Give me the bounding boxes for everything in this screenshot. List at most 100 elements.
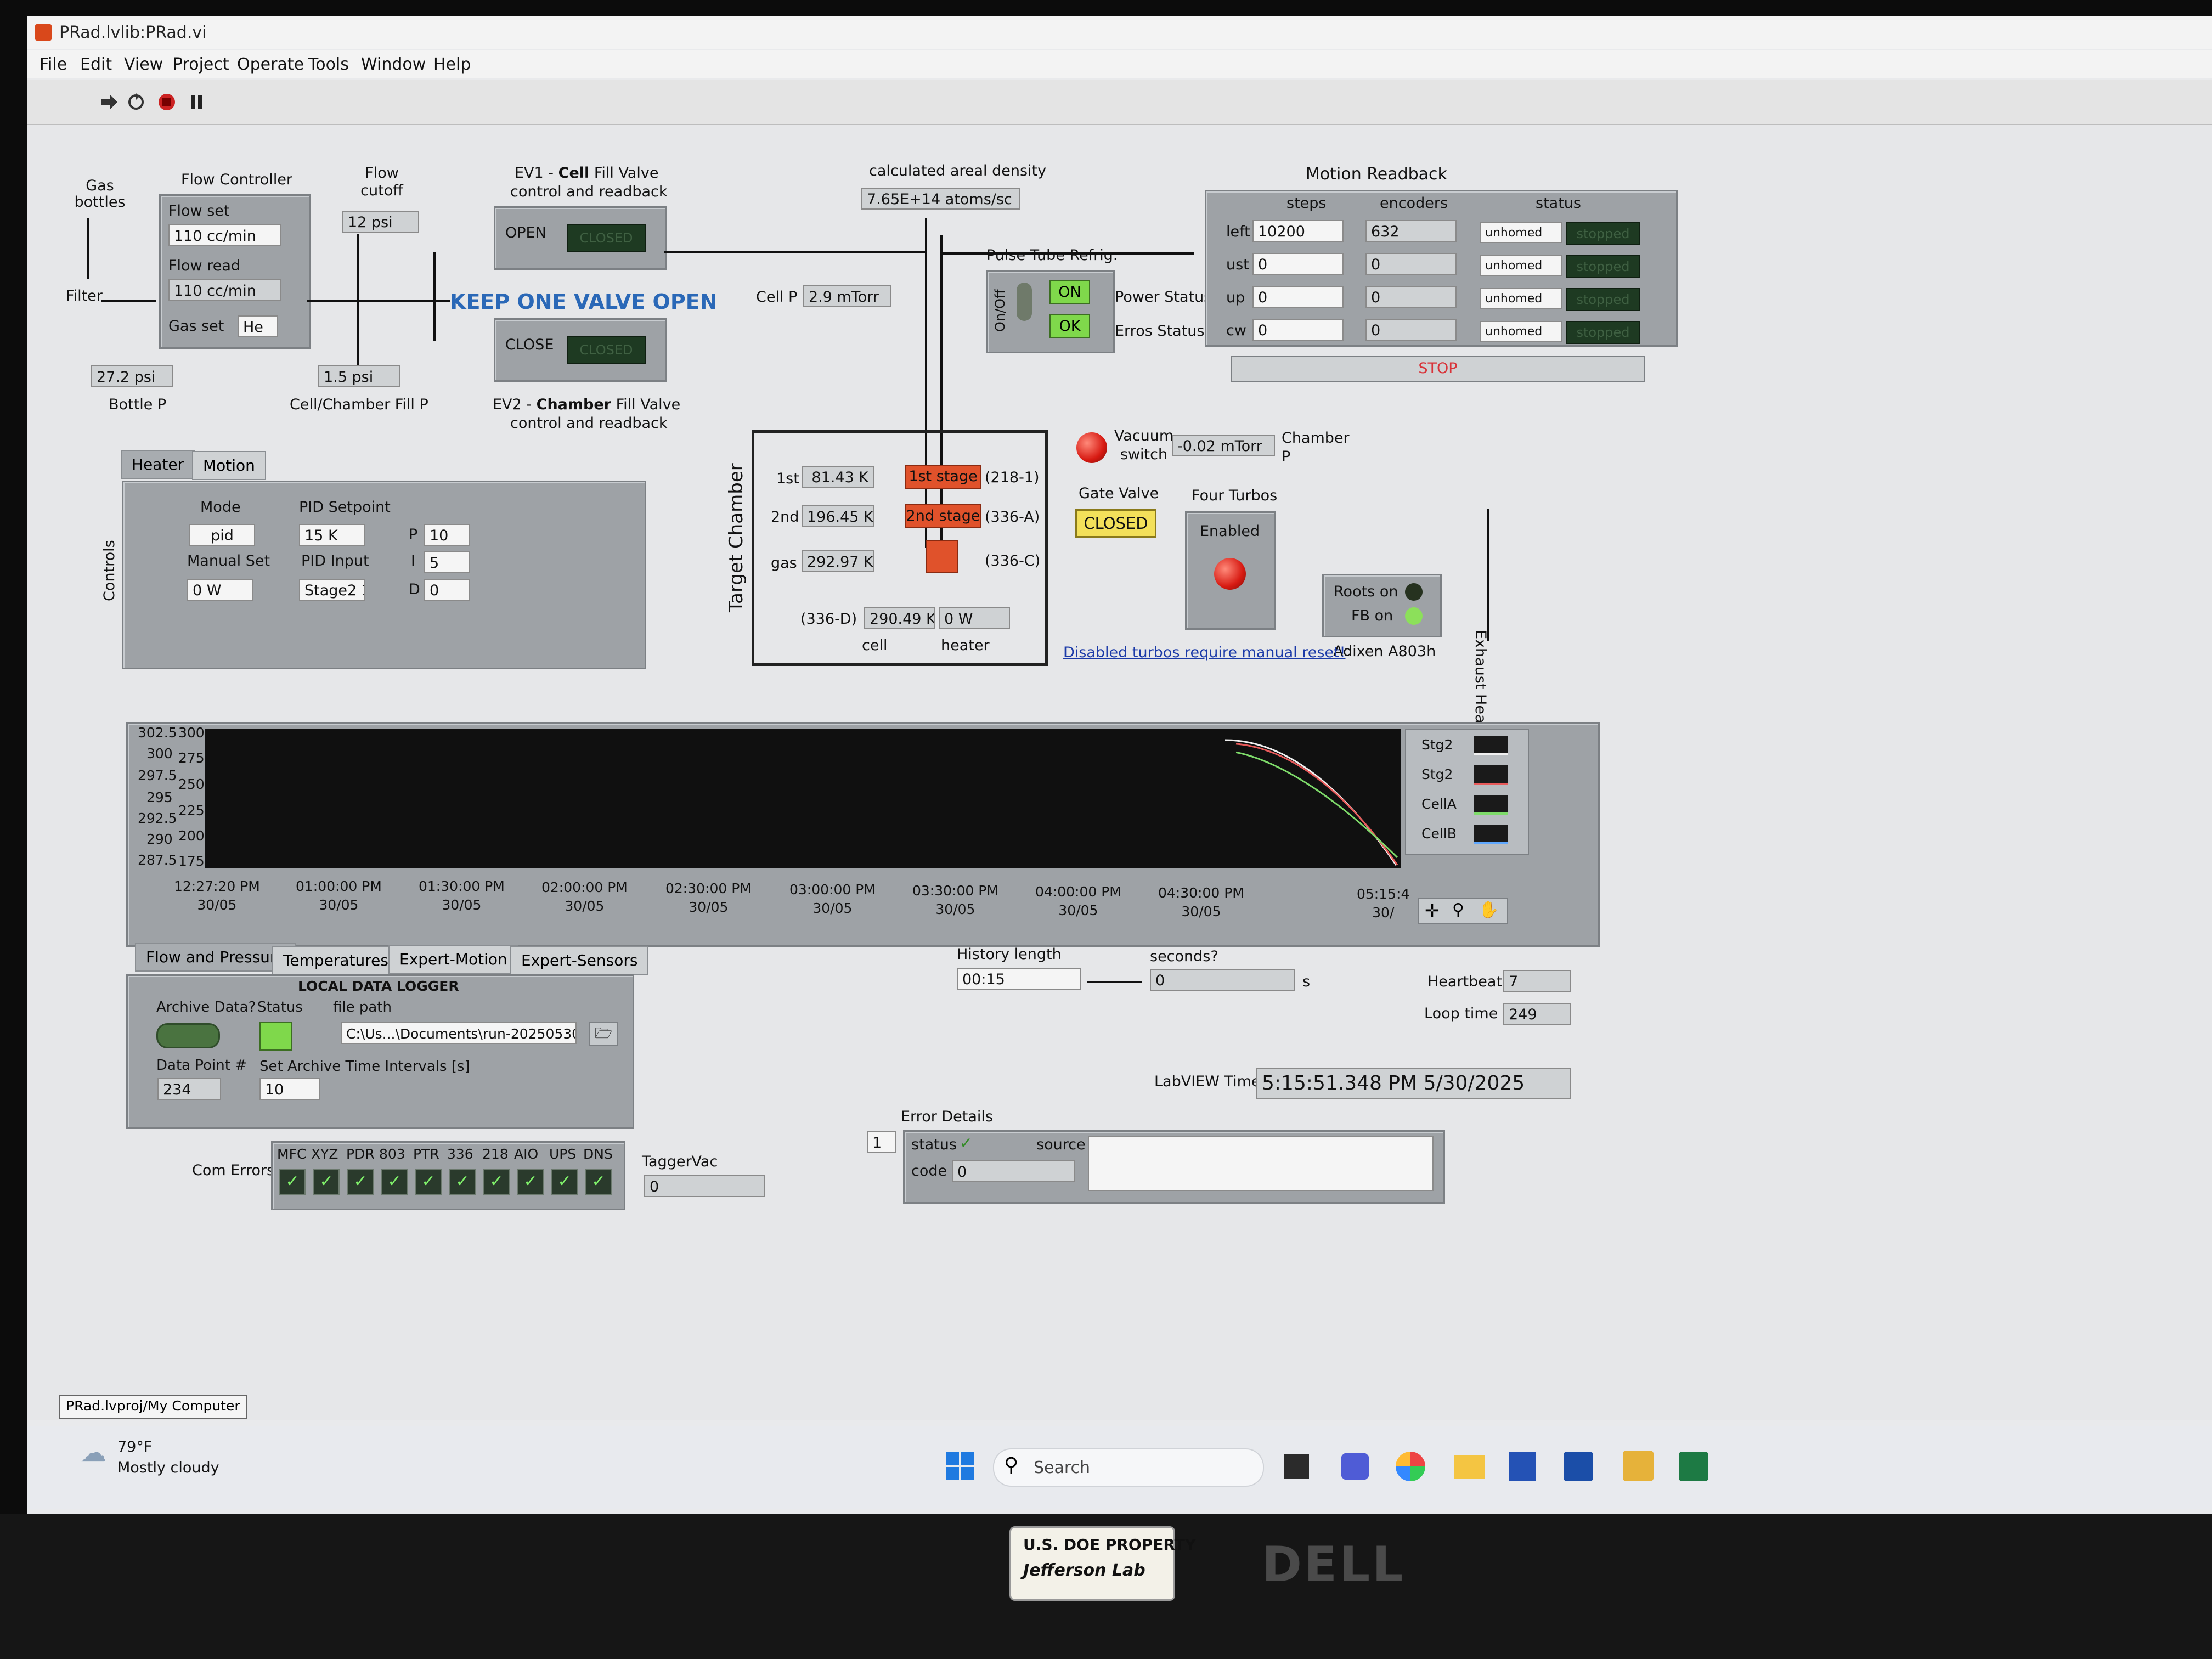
menu-help[interactable]: Help bbox=[433, 55, 471, 74]
gate-valve-state[interactable]: CLOSED bbox=[1075, 509, 1156, 538]
com-errors-label: Com Errors bbox=[192, 1162, 275, 1179]
history-plot-area[interactable] bbox=[205, 729, 1401, 868]
vacuum-switch-label: Vacuum switch bbox=[1114, 427, 1174, 463]
steps-field[interactable]: 10200 bbox=[1252, 220, 1344, 242]
steps-field[interactable]: 0 bbox=[1252, 286, 1344, 308]
ev2-valve-panel: CLOSE CLOSED bbox=[494, 318, 667, 382]
weather-desc[interactable]: Mostly cloudy bbox=[117, 1459, 219, 1476]
menu-tools[interactable]: Tools bbox=[308, 55, 349, 74]
menu-project[interactable]: Project bbox=[173, 55, 229, 74]
front-panel: Gas bottles Filter Flow Controller Flow … bbox=[27, 125, 2212, 1420]
com-error-label: DNS bbox=[583, 1146, 613, 1162]
ev2-switch[interactable]: CLOSE bbox=[505, 336, 554, 353]
error-status-label: status bbox=[911, 1136, 957, 1153]
axis-a-tick: 300 bbox=[146, 746, 173, 761]
archive-data-label: Archive Data? bbox=[156, 999, 256, 1015]
stop-button[interactable]: STOP bbox=[1231, 356, 1645, 382]
pid-input-select[interactable]: Stage2 1 bbox=[299, 579, 365, 601]
powershell-icon[interactable] bbox=[1564, 1452, 1593, 1481]
folder-browse-icon[interactable]: 🗁 bbox=[589, 1022, 618, 1046]
menu-view[interactable]: View bbox=[124, 55, 163, 74]
steps-field[interactable]: 0 bbox=[1252, 319, 1344, 341]
i-gain-field[interactable]: 5 bbox=[424, 551, 470, 573]
store-icon[interactable] bbox=[1509, 1452, 1536, 1481]
tab-motion[interactable]: Motion bbox=[192, 451, 266, 480]
pump-model-label: Adixen A803h bbox=[1333, 643, 1436, 660]
controls-side-label: Controls bbox=[101, 540, 118, 601]
windows-start-icon[interactable] bbox=[945, 1451, 975, 1481]
p-gain-label: P bbox=[409, 526, 418, 543]
x-tick: 01:00:00 PM 30/05 bbox=[296, 878, 382, 913]
com-error-check: ✓ bbox=[415, 1169, 442, 1195]
taggervac-field: 0 bbox=[644, 1175, 765, 1197]
graph-palette: ✛ ⚲ ✋ bbox=[1418, 898, 1508, 924]
encoder-field: 0 bbox=[1365, 286, 1457, 308]
axis-b-tick: 225 bbox=[178, 803, 205, 819]
p-gain-field[interactable]: 10 bbox=[424, 524, 470, 546]
menu-file[interactable]: File bbox=[40, 55, 67, 74]
archive-toggle[interactable] bbox=[156, 1023, 220, 1048]
window-title: PRad.lvlib:PRad.vi bbox=[59, 23, 207, 42]
axis-a-tick: 290 bbox=[146, 831, 173, 847]
tab-expert-motion[interactable]: Expert-Motion bbox=[388, 945, 518, 974]
run-continuous-icon[interactable] bbox=[126, 92, 146, 112]
history-length-field[interactable]: 00:15 bbox=[957, 968, 1081, 990]
filter-label: Filter bbox=[66, 287, 103, 304]
x-tick: 03:00:00 PM 30/05 bbox=[789, 882, 876, 916]
pid-setpoint-field[interactable]: 15 K bbox=[299, 524, 365, 546]
pan-hand-icon[interactable]: ✋ bbox=[1479, 900, 1499, 919]
tab-expert-sensors[interactable]: Expert-Sensors bbox=[510, 946, 649, 975]
file-path-field[interactable]: C:\Us...\Documents\run-20250530 bbox=[341, 1022, 577, 1044]
com-error-label: MFC bbox=[277, 1146, 307, 1162]
first-stage-code: (218-1) bbox=[985, 469, 1040, 486]
d-gain-field[interactable]: 0 bbox=[424, 579, 470, 601]
labview-taskbar-icon[interactable] bbox=[1623, 1451, 1654, 1481]
error-index-field[interactable]: 1 bbox=[867, 1131, 896, 1153]
target-chamber-box: 1st 81.43 K 1st stage (218-1) 2nd 196.45… bbox=[752, 430, 1048, 666]
com-error-label: PDR bbox=[346, 1146, 375, 1162]
weather-temp[interactable]: 79°F bbox=[117, 1438, 152, 1455]
first-stage-temp: 81.43 K bbox=[802, 466, 874, 488]
com-error-check: ✓ bbox=[347, 1169, 374, 1195]
mode-select[interactable]: pid bbox=[189, 524, 255, 546]
menu-operate[interactable]: Operate bbox=[237, 55, 304, 74]
homed-indicator: unhomed bbox=[1480, 222, 1562, 243]
roots-on-led bbox=[1405, 583, 1423, 601]
excel-icon[interactable] bbox=[1679, 1452, 1708, 1481]
menu-edit[interactable]: Edit bbox=[80, 55, 112, 74]
pulse-tube-toggle[interactable] bbox=[1017, 283, 1032, 321]
chamber-p-field: -0.02 mTorr bbox=[1172, 435, 1275, 456]
flow-cutoff-label: Flow cutoff bbox=[360, 165, 403, 199]
heartbeat-field: 7 bbox=[1503, 970, 1571, 992]
plot-background bbox=[205, 729, 1401, 868]
pause-icon[interactable] bbox=[187, 92, 206, 112]
teams-icon[interactable] bbox=[1341, 1453, 1369, 1480]
ev1-switch[interactable]: OPEN bbox=[505, 224, 546, 241]
legend-entry: CellA bbox=[1421, 796, 1457, 812]
zoom-icon[interactable]: ⚲ bbox=[1452, 900, 1464, 919]
loop-time-label: Loop time bbox=[1424, 1005, 1498, 1022]
flow-set-field[interactable]: 110 cc/min bbox=[168, 224, 281, 246]
file-explorer-icon[interactable] bbox=[1454, 1455, 1485, 1479]
four-turbos-label: Four Turbos bbox=[1192, 487, 1278, 504]
manual-set-field[interactable]: 0 W bbox=[187, 579, 253, 601]
tab-temperatures[interactable]: Temperatures bbox=[272, 946, 399, 975]
browser-icon[interactable] bbox=[1396, 1452, 1425, 1481]
x-tick: 01:30:00 PM 30/05 bbox=[419, 878, 505, 913]
crosshair-icon[interactable]: ✛ bbox=[1425, 900, 1440, 921]
tab-heater[interactable]: Heater bbox=[121, 450, 195, 479]
abort-icon[interactable] bbox=[157, 92, 177, 112]
axis-b-tick: 175 bbox=[178, 853, 205, 869]
encoder-field: 632 bbox=[1365, 220, 1457, 242]
doe-property-sticker: U.S. DOE PROPERTY Jefferson Lab bbox=[1009, 1526, 1196, 1601]
turbos-enable-button[interactable] bbox=[1214, 558, 1246, 590]
run-arrow-icon[interactable] bbox=[99, 92, 119, 112]
gas-set-field[interactable]: He bbox=[238, 315, 278, 337]
taskbar-search-box[interactable]: ⚲ Search bbox=[993, 1448, 1264, 1487]
archive-interval-field[interactable]: 10 bbox=[259, 1078, 320, 1100]
task-view-icon[interactable] bbox=[1284, 1454, 1309, 1479]
legend-entry: CellB bbox=[1421, 826, 1457, 842]
menu-window[interactable]: Window bbox=[361, 55, 426, 74]
steps-field[interactable]: 0 bbox=[1252, 253, 1344, 275]
second-stage-indicator: 2nd stage bbox=[905, 504, 981, 528]
